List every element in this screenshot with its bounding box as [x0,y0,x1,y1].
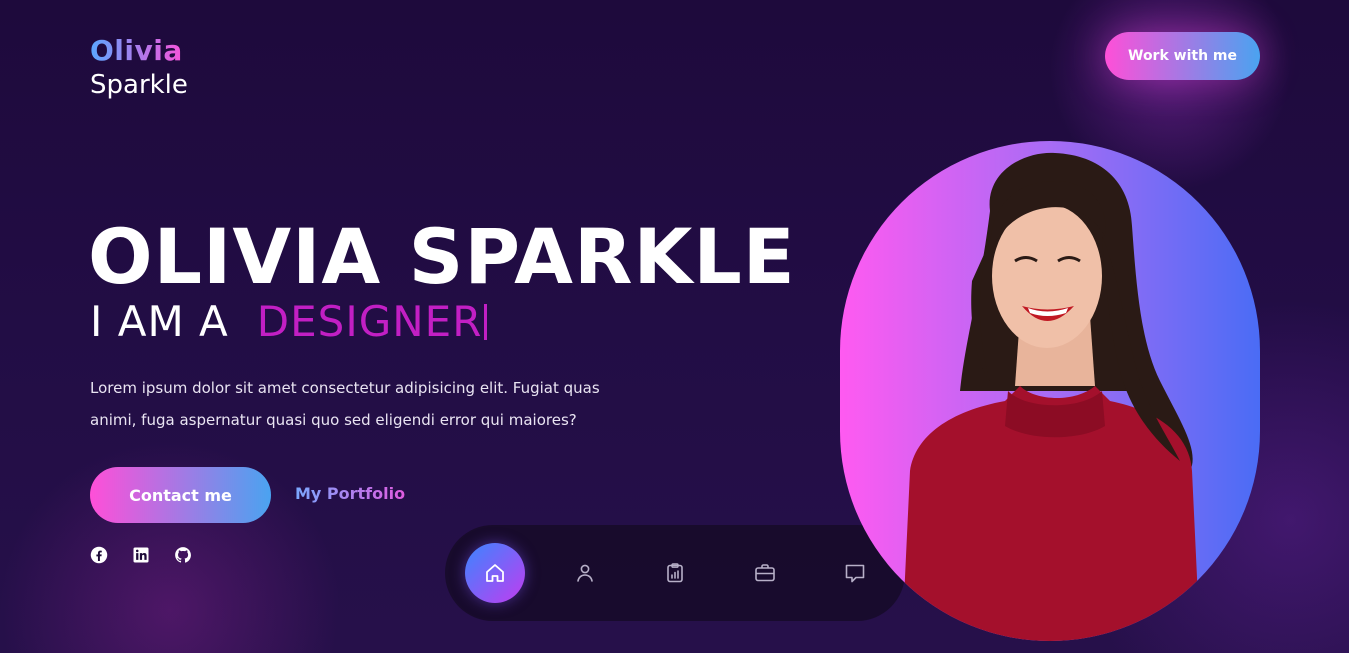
github-icon[interactable] [174,546,192,564]
clipboard-chart-icon [667,563,683,583]
hero-name: OLIVIA SPARKLE [88,212,796,301]
profile-portrait [840,141,1260,641]
nav-home[interactable] [465,543,525,603]
social-links [90,546,192,564]
user-icon [577,564,593,582]
site-logo[interactable]: Olivia Sparkle [90,34,188,102]
work-with-me-button[interactable]: Work with me [1105,32,1260,80]
nav-skills[interactable] [645,543,705,603]
logo-last-name: Sparkle [90,70,188,100]
logo-first-name: Olivia [90,34,188,68]
bottom-nav-dock [445,525,905,621]
hero-description: Lorem ipsum dolor sit amet consectetur a… [90,379,600,429]
nav-portfolio[interactable] [735,543,795,603]
person-photo [902,152,1200,641]
contact-me-button[interactable]: Contact me [90,467,271,523]
typing-caret [484,304,488,340]
hero-subtitle: I AM A DESIGNER [90,296,488,348]
my-portfolio-link[interactable]: My Portfolio [295,484,405,503]
linkedin-icon[interactable] [132,546,150,564]
home-icon [486,564,504,582]
hero-role: DESIGNER [256,297,483,346]
hero-prefix: I AM A [90,297,229,346]
nav-about[interactable] [555,543,615,603]
facebook-icon[interactable] [90,546,108,564]
briefcase-icon [755,564,775,582]
